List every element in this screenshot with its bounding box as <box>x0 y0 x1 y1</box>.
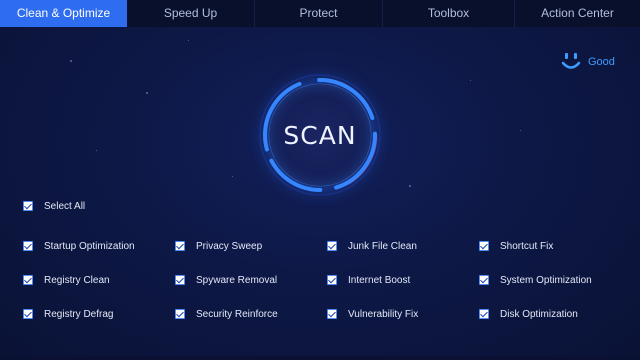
checkbox-checked-icon[interactable] <box>327 309 337 319</box>
status-text: Good <box>588 56 615 68</box>
option-label: Shortcut Fix <box>500 240 554 252</box>
option-disk-optimization[interactable]: Disk Optimization <box>479 306 578 322</box>
checkbox-checked-icon[interactable] <box>479 241 489 251</box>
tab-action-center[interactable]: Action Center <box>515 0 640 27</box>
checkbox-checked-icon[interactable] <box>23 241 33 251</box>
option-vulnerability-fix[interactable]: Vulnerability Fix <box>327 306 418 322</box>
option-label: Internet Boost <box>348 274 411 286</box>
checkbox-checked-icon[interactable] <box>327 241 337 251</box>
option-security-reinforce[interactable]: Security Reinforce <box>175 306 278 322</box>
checkbox-checked-icon[interactable] <box>175 309 185 319</box>
option-label: Privacy Sweep <box>196 240 263 252</box>
option-label: Security Reinforce <box>196 308 278 320</box>
option-shortcut-fix[interactable]: Shortcut Fix <box>479 238 553 254</box>
tab-speed-up[interactable]: Speed Up <box>127 0 255 27</box>
bottom-edge <box>0 356 640 360</box>
option-registry-defrag[interactable]: Registry Defrag <box>23 306 113 322</box>
background-star <box>520 130 521 131</box>
option-label: Junk File Clean <box>348 240 417 252</box>
checkbox-checked-icon[interactable] <box>479 275 489 285</box>
select-all-checkbox[interactable]: Select All <box>23 198 85 214</box>
scan-widget: SCAN <box>255 70 385 200</box>
select-all-label: Select All <box>44 200 86 212</box>
checkbox-checked-icon[interactable] <box>23 201 33 211</box>
option-spyware-removal[interactable]: Spyware Removal <box>175 272 277 288</box>
background-star <box>188 40 189 41</box>
tab-toolbox[interactable]: Toolbox <box>383 0 515 27</box>
option-startup-optimization[interactable]: Startup Optimization <box>23 238 135 254</box>
scan-button[interactable]: SCAN <box>269 84 371 186</box>
option-label: Disk Optimization <box>500 308 578 320</box>
tab-clean-optimize[interactable]: Clean & Optimize <box>0 0 127 27</box>
option-label: Vulnerability Fix <box>348 308 419 320</box>
option-label: Startup Optimization <box>44 240 135 252</box>
option-label: Registry Defrag <box>44 308 114 320</box>
checkbox-checked-icon[interactable] <box>327 275 337 285</box>
option-registry-clean[interactable]: Registry Clean <box>23 272 110 288</box>
option-internet-boost[interactable]: Internet Boost <box>327 272 410 288</box>
option-junk-file-clean[interactable]: Junk File Clean <box>327 238 417 254</box>
checkbox-checked-icon[interactable] <box>479 309 489 319</box>
background-star <box>232 176 233 177</box>
option-system-optimization[interactable]: System Optimization <box>479 272 592 288</box>
background-star <box>96 150 97 151</box>
top-tab-bar: Clean & Optimize Speed Up Protect Toolbo… <box>0 0 640 27</box>
health-status[interactable]: Good <box>560 50 615 74</box>
checkbox-checked-icon[interactable] <box>23 309 33 319</box>
option-label: Spyware Removal <box>196 274 278 286</box>
tab-protect[interactable]: Protect <box>255 0 383 27</box>
background-star <box>146 92 148 94</box>
checkbox-checked-icon[interactable] <box>175 241 185 251</box>
smiley-icon <box>560 50 582 74</box>
app-window: Clean & Optimize Speed Up Protect Toolbo… <box>0 0 640 360</box>
option-label: System Optimization <box>500 274 592 286</box>
option-privacy-sweep[interactable]: Privacy Sweep <box>175 238 262 254</box>
checkbox-checked-icon[interactable] <box>175 275 185 285</box>
background-star <box>70 60 72 62</box>
background-star <box>470 80 471 81</box>
option-label: Registry Clean <box>44 274 110 286</box>
scan-button-label: SCAN <box>283 120 357 150</box>
checkbox-checked-icon[interactable] <box>23 275 33 285</box>
background-star <box>409 185 411 187</box>
